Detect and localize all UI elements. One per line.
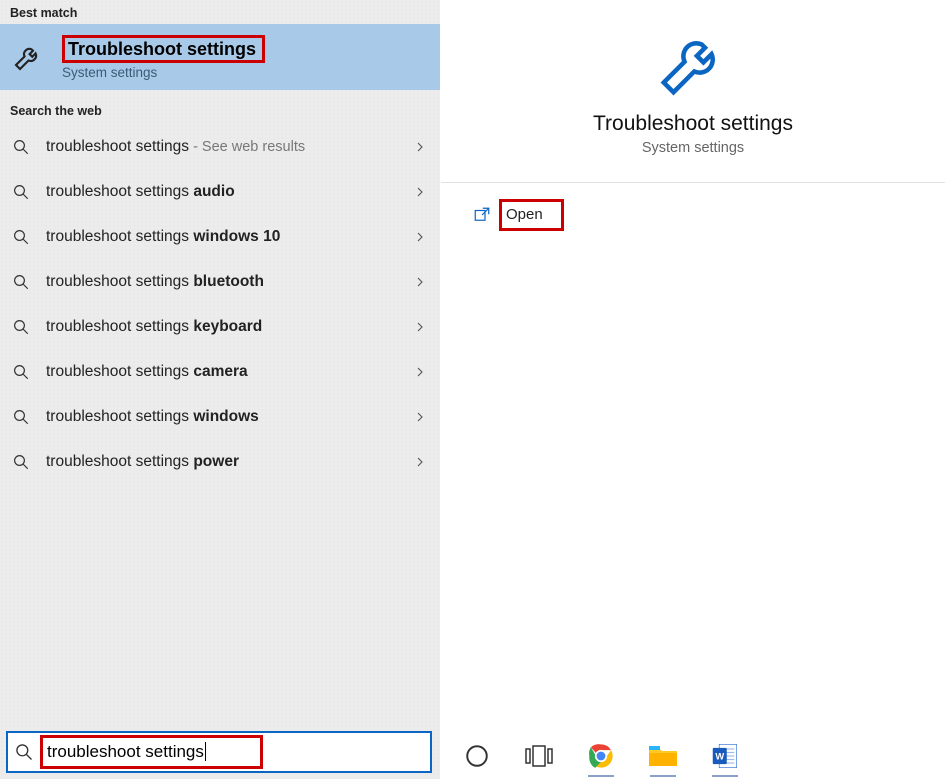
- chevron-right-icon: [414, 411, 426, 423]
- wrench-icon: [12, 41, 44, 73]
- search-icon: [10, 318, 32, 336]
- web-result-item[interactable]: troubleshoot settings bluetooth: [0, 259, 440, 304]
- search-input-wrap: troubleshoot settings: [40, 733, 424, 771]
- open-label: Open: [506, 206, 543, 223]
- chevron-right-icon: [414, 186, 426, 198]
- web-result-label: troubleshoot settings audio: [46, 183, 414, 201]
- web-result-label: troubleshoot settings windows: [46, 408, 414, 426]
- start-search-panel: Best match Troubleshoot settings System …: [0, 0, 945, 779]
- search-input[interactable]: troubleshoot settings: [47, 742, 206, 761]
- preview-title: Troubleshoot settings: [593, 112, 793, 136]
- chevron-right-icon: [414, 231, 426, 243]
- preview-subtitle: System settings: [642, 140, 744, 156]
- search-icon: [10, 363, 32, 381]
- web-result-item[interactable]: troubleshoot settings windows 10: [0, 214, 440, 259]
- chrome-icon[interactable]: [584, 739, 618, 773]
- search-icon: [10, 183, 32, 201]
- search-icon: [10, 453, 32, 471]
- search-bar[interactable]: troubleshoot settings: [6, 731, 432, 773]
- best-match-result[interactable]: Troubleshoot settings System settings: [0, 24, 440, 90]
- web-result-label: troubleshoot settings camera: [46, 363, 414, 381]
- web-result-item[interactable]: troubleshoot settings power: [0, 439, 440, 484]
- chevron-right-icon: [414, 456, 426, 468]
- chevron-right-icon: [414, 321, 426, 333]
- best-match-text: Troubleshoot settings System settings: [62, 35, 265, 80]
- search-icon: [10, 228, 32, 246]
- search-web-header: Search the web: [0, 90, 440, 122]
- highlight-box-search: troubleshoot settings: [40, 735, 263, 769]
- web-result-item[interactable]: troubleshoot settings audio: [0, 169, 440, 214]
- open-action[interactable]: Open: [471, 193, 945, 237]
- chevron-right-icon: [414, 276, 426, 288]
- web-result-item[interactable]: troubleshoot settings windows: [0, 394, 440, 439]
- search-icon: [10, 408, 32, 426]
- search-icon: [10, 138, 32, 156]
- open-icon: [471, 206, 493, 224]
- web-result-label: troubleshoot settings windows 10: [46, 228, 414, 246]
- chevron-right-icon: [414, 141, 426, 153]
- chevron-right-icon: [414, 366, 426, 378]
- search-icon: [10, 273, 32, 291]
- best-match-title: Troubleshoot settings: [68, 39, 256, 59]
- web-result-label: troubleshoot settings power: [46, 453, 414, 471]
- preview-panel: Troubleshoot settings System settings Op…: [440, 0, 945, 779]
- preview-actions: Open: [441, 183, 945, 237]
- web-result-item[interactable]: troubleshoot settings - See web results: [0, 124, 440, 169]
- web-result-label: troubleshoot settings - See web results: [46, 138, 414, 156]
- wrench-large-icon: [654, 24, 732, 102]
- web-result-label: troubleshoot settings keyboard: [46, 318, 414, 336]
- cortana-icon[interactable]: [460, 739, 494, 773]
- web-result-item[interactable]: troubleshoot settings camera: [0, 349, 440, 394]
- taskbar: W: [440, 733, 945, 779]
- highlight-box-title: Troubleshoot settings: [62, 35, 265, 63]
- search-icon: [14, 742, 34, 762]
- word-icon[interactable]: W: [708, 739, 742, 773]
- web-result-label: troubleshoot settings bluetooth: [46, 273, 414, 291]
- web-results-list: troubleshoot settings - See web results t…: [0, 122, 440, 484]
- best-match-subtitle: System settings: [62, 65, 265, 80]
- search-bar-row: troubleshoot settings: [0, 725, 440, 779]
- preview-header: Troubleshoot settings System settings: [441, 0, 945, 156]
- file-explorer-icon[interactable]: [646, 739, 680, 773]
- taskview-icon[interactable]: [522, 739, 556, 773]
- results-panel: Best match Troubleshoot settings System …: [0, 0, 440, 779]
- svg-text:W: W: [715, 752, 724, 762]
- best-match-header: Best match: [0, 0, 440, 24]
- web-result-item[interactable]: troubleshoot settings keyboard: [0, 304, 440, 349]
- highlight-box-open: Open: [499, 199, 564, 231]
